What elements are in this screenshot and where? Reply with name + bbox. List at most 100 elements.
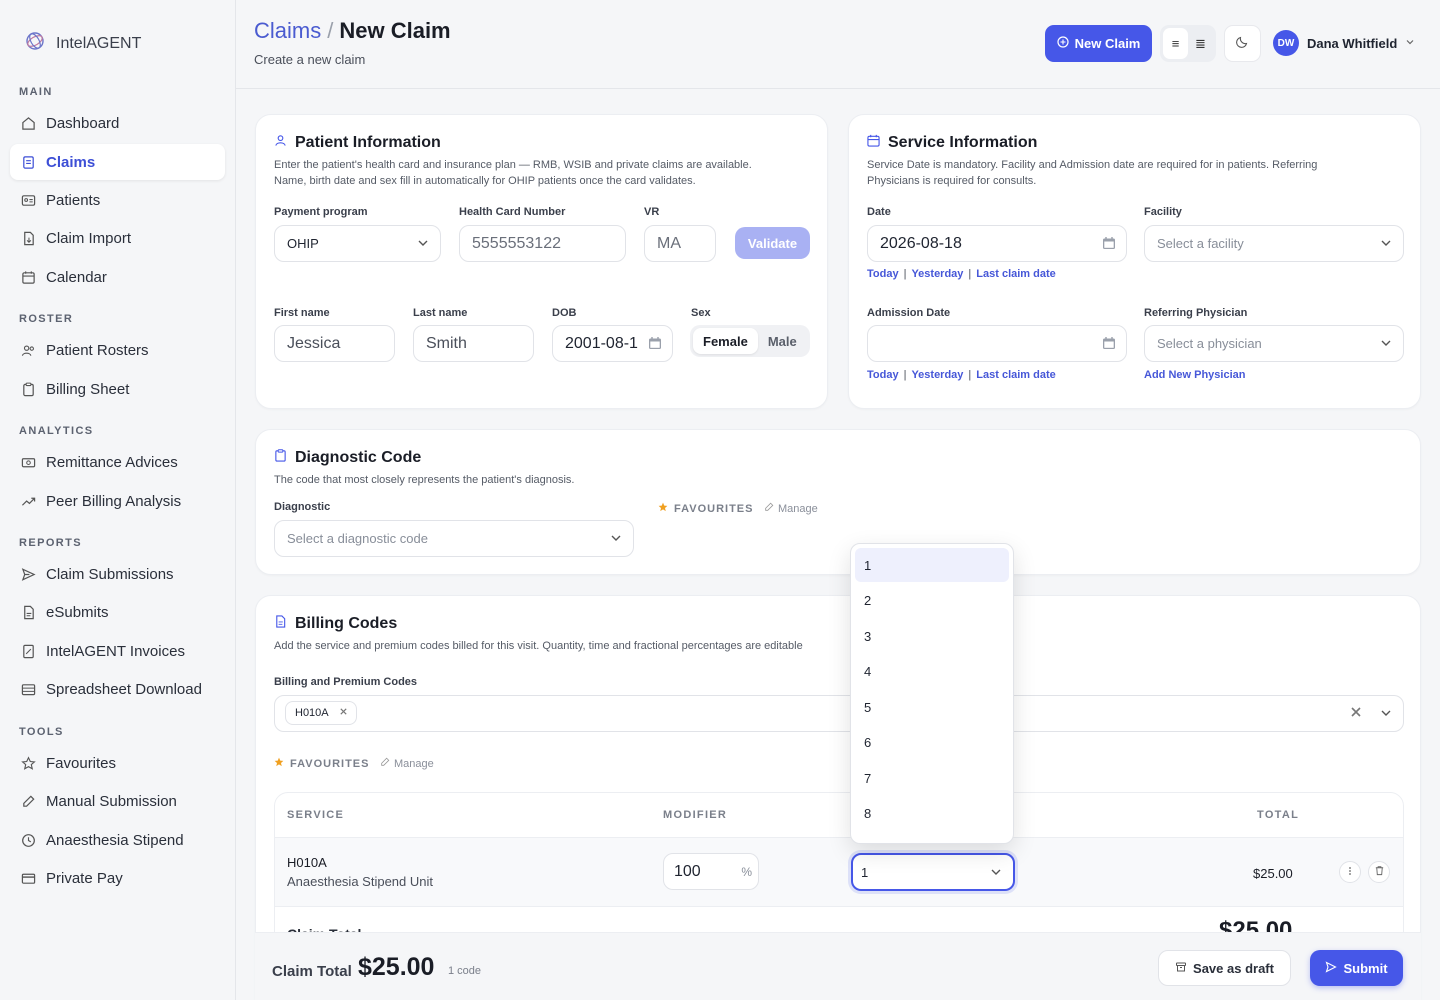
health-card-input[interactable]: 5555553122 (459, 225, 626, 262)
sidebar-item-label: Remittance Advices (46, 453, 178, 471)
billing-code-chip: H010A (285, 701, 357, 725)
sidebar-item-patient-rosters[interactable]: Patient Rosters (10, 332, 225, 368)
service-date-value: 2026-08-18 (880, 234, 962, 252)
user-menu[interactable]: DW Dana Whitfield (1273, 30, 1415, 56)
sidebar-item-billing-sheet[interactable]: Billing Sheet (10, 371, 225, 407)
sidebar-item-spreadsheet-download[interactable]: Spreadsheet Download (10, 671, 225, 707)
sidebar-item-intelagent-invoices[interactable]: IntelAGENT Invoices (10, 633, 225, 669)
list-view-toggle[interactable]: ≡ (1163, 28, 1188, 59)
dropdown-option[interactable]: 6 (855, 725, 1009, 759)
sidebar: IntelAGENT MAIN Dashboard Claims Patient… (0, 0, 236, 1000)
chip-label: H010A (295, 707, 329, 719)
billing-codes-multiselect[interactable] (274, 695, 1404, 732)
sidebar-item-peer-billing-analysis[interactable]: Peer Billing Analysis (10, 483, 225, 519)
dropdown-option[interactable]: 2 (855, 583, 1009, 617)
trash-icon (1374, 863, 1385, 881)
last-name-input[interactable]: Smith (413, 325, 534, 362)
sidebar-item-remittance-advices[interactable]: Remittance Advices (10, 444, 225, 480)
vr-label: VR (644, 206, 660, 218)
admission-today-link[interactable]: Today (867, 369, 899, 381)
chevron-down-icon[interactable] (1379, 706, 1393, 725)
dropdown-option[interactable]: 4 (855, 654, 1009, 688)
date-yesterday-link[interactable]: Yesterday (911, 268, 963, 280)
row-more-button[interactable] (1339, 861, 1361, 883)
dropdown-option[interactable]: 5 (855, 690, 1009, 724)
payment-program-select[interactable]: OHIP (274, 225, 441, 262)
chevron-down-icon (1379, 336, 1393, 353)
units-select[interactable]: 1 (851, 853, 1015, 891)
sidebar-item-label: Manual Submission (46, 792, 177, 810)
referring-physician-select[interactable]: Select a physician (1144, 325, 1404, 362)
sidebar-item-claim-import[interactable]: Claim Import (10, 220, 225, 256)
brand[interactable]: IntelAGENT (24, 30, 141, 57)
sidebar-item-calendar[interactable]: Calendar (10, 259, 225, 295)
service-date-input[interactable]: 2026-08-18 (867, 225, 1127, 262)
payment-program-value: OHIP (287, 236, 319, 251)
file-import-icon (20, 230, 36, 246)
sidebar-item-private-pay[interactable]: Private Pay (10, 860, 225, 896)
dropdown-option[interactable]: 7 (855, 761, 1009, 795)
date-today-link[interactable]: Today (867, 268, 899, 280)
sidebar-item-claim-submissions[interactable]: Claim Submissions (10, 556, 225, 592)
sidebar-item-label: Patients (46, 191, 101, 209)
sex-male-option[interactable]: Male (758, 328, 807, 354)
logo-icon (24, 30, 46, 57)
new-claim-button[interactable]: New Claim (1045, 25, 1152, 62)
dropdown-option[interactable]: 3 (855, 619, 1009, 653)
compact-list-icon: ≣ (1195, 35, 1206, 51)
user-icon (274, 134, 287, 152)
diagnostic-code-select[interactable]: Select a diagnostic code (274, 520, 634, 557)
admission-last-claim-link[interactable]: Last claim date (976, 369, 1055, 381)
row-delete-button[interactable] (1368, 861, 1390, 883)
date-last-claim-link[interactable]: Last claim date (976, 268, 1055, 280)
sidebar-item-patients[interactable]: Patients (10, 182, 225, 218)
admission-date-label: Admission Date (867, 307, 951, 319)
breadcrumb-parent-link[interactable]: Claims (254, 18, 321, 43)
modifier-input[interactable]: 100 % (663, 853, 759, 890)
dropdown-option[interactable]: 1 (855, 548, 1009, 582)
row-total: $25.00 (1253, 866, 1293, 881)
sidebar-item-dashboard[interactable]: Dashboard (10, 105, 225, 141)
sidebar-item-manual-submission[interactable]: Manual Submission (10, 783, 225, 819)
submit-button[interactable]: Submit (1310, 950, 1403, 986)
diagnostic-card-title-text: Diagnostic Code (295, 449, 422, 466)
billing-manage-link[interactable]: Manage (380, 757, 434, 770)
view-toggle: ≡ ≣ (1160, 25, 1216, 62)
sidebar-item-favourites[interactable]: Favourites (10, 745, 225, 781)
diagnostic-card-description: The code that most closely represents th… (274, 474, 575, 486)
diagnostic-label: Diagnostic (274, 501, 331, 513)
validate-button[interactable]: Validate (735, 227, 810, 259)
admission-date-input[interactable] (867, 325, 1127, 362)
manage-label: Manage (778, 502, 818, 515)
facility-select[interactable]: Select a facility (1144, 225, 1404, 262)
compact-view-toggle[interactable]: ≣ (1188, 28, 1213, 59)
sidebar-item-label: Billing Sheet (46, 380, 130, 398)
sidebar-item-label: Patient Rosters (46, 341, 149, 359)
manage-label: Manage (394, 757, 434, 770)
new-claim-label: New Claim (1074, 36, 1141, 51)
sidebar-item-claims[interactable]: Claims (10, 144, 225, 180)
claim-footer: Claim Total $25.00 1 code Save as draft … (255, 932, 1421, 1000)
sidebar-item-anaesthesia-stipend[interactable]: Anaesthesia Stipend (10, 822, 225, 858)
sidebar-item-esubmits[interactable]: eSubmits (10, 594, 225, 630)
dob-input[interactable]: 2001-08-1 (552, 325, 673, 362)
first-name-input[interactable]: Jessica (274, 325, 395, 362)
patient-card-title: Patient Information (274, 134, 441, 152)
theme-toggle-button[interactable] (1224, 25, 1261, 62)
column-header-total: TOTAL (1257, 809, 1300, 821)
sex-female-option[interactable]: Female (693, 328, 758, 354)
diagnostic-manage-link[interactable]: Manage (764, 502, 818, 515)
remove-chip-icon[interactable] (339, 707, 348, 719)
chevron-down-icon (609, 531, 623, 548)
vr-input[interactable]: MA (644, 225, 716, 262)
admission-yesterday-link[interactable]: Yesterday (911, 369, 963, 381)
sidebar-item-label: Calendar (46, 268, 107, 286)
calendar-icon (1102, 236, 1116, 255)
billing-card-title-text: Billing Codes (295, 615, 398, 632)
page-subtitle: Create a new claim (254, 52, 366, 67)
save-draft-button[interactable]: Save as draft (1158, 950, 1291, 986)
sidebar-item-label: Claim Submissions (46, 565, 174, 583)
add-new-physician-link[interactable]: Add New Physician (1144, 369, 1245, 381)
clear-icon[interactable] (1349, 705, 1363, 724)
dropdown-option[interactable]: 8 (855, 796, 1009, 830)
